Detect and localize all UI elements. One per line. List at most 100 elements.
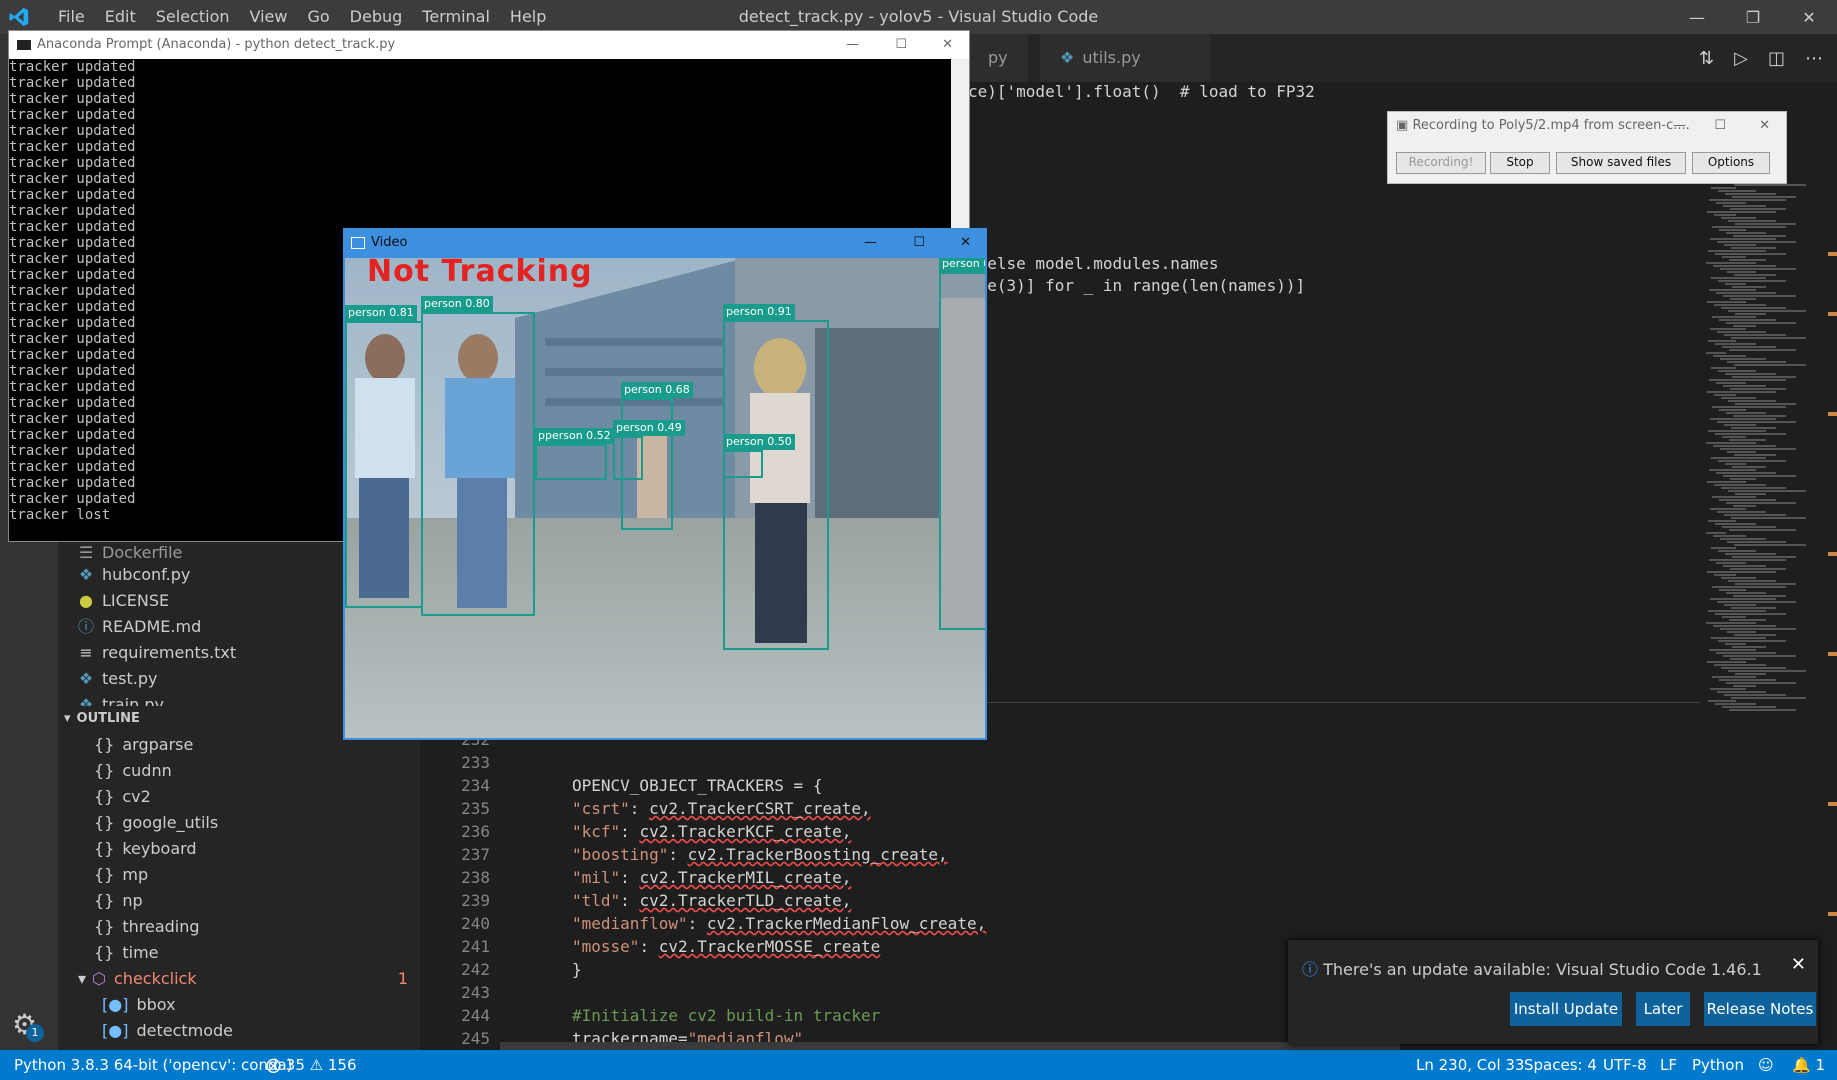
outline-item[interactable]: {} google_utils	[94, 810, 218, 836]
code-expr: cv2.TrackerMOSSE_create	[658, 937, 881, 956]
maximize-icon[interactable]: ☐	[1714, 118, 1726, 133]
detection-label: person 0.50	[723, 434, 795, 450]
outline-item[interactable]: {} argparse	[94, 732, 193, 758]
detection-label: person 0.49	[613, 420, 685, 436]
minimap-line	[1714, 394, 1736, 396]
menu-view[interactable]: View	[240, 0, 298, 34]
console-line: tracker updated	[9, 107, 136, 123]
outline-item[interactable]: {} time	[94, 940, 159, 966]
feedback-icon[interactable]: ☺	[1758, 1050, 1774, 1080]
encoding[interactable]: UTF-8	[1603, 1050, 1647, 1080]
outline-item[interactable]: {} np	[94, 888, 143, 914]
outline-item[interactable]: {} cv2	[94, 784, 151, 810]
problems-indicator[interactable]: ⨂ 35 ⚠ 156	[266, 1050, 357, 1080]
code-expr: cv2.TrackerCSRT_create,	[649, 799, 871, 818]
menu-go[interactable]: Go	[297, 0, 339, 34]
menu-help[interactable]: Help	[500, 0, 556, 34]
minimap[interactable]	[1700, 82, 1818, 1042]
end-of-line[interactable]: LF	[1660, 1050, 1677, 1080]
maximize-icon[interactable]: ☐	[895, 31, 907, 59]
outline-item[interactable]: {} threading	[94, 914, 200, 940]
recording-button[interactable]: Recording!	[1396, 152, 1486, 174]
close-icon[interactable]: ✕	[1759, 118, 1770, 133]
bell-icon[interactable]: 🔔 1	[1792, 1050, 1825, 1080]
cursor-position[interactable]: Ln 230, Col 33	[1416, 1050, 1524, 1080]
file-item[interactable]: ❖ test.py	[76, 666, 158, 692]
warning-icon: ⚠	[309, 1056, 324, 1074]
close-icon[interactable]: ✕	[1781, 0, 1837, 34]
minimap-line	[1734, 634, 1776, 636]
split-editor-icon[interactable]: ◫	[1768, 48, 1785, 69]
maximize-icon[interactable]: ☐	[913, 228, 925, 258]
file-item[interactable]: ❖ hubconf.py	[76, 562, 191, 588]
install-update-button[interactable]: Install Update	[1510, 992, 1622, 1026]
menu-selection[interactable]: Selection	[146, 0, 240, 34]
minimap-line	[1714, 304, 1766, 306]
code-comment: #Initialize cv2 build-in tracker	[572, 1006, 881, 1025]
close-icon[interactable]: ✕	[960, 228, 971, 258]
options-button[interactable]: Options	[1692, 152, 1770, 174]
file-item[interactable]: ● LICENSE	[76, 588, 169, 614]
minimap-line	[1719, 409, 1746, 411]
outline-item[interactable]: {} keyboard	[94, 836, 197, 862]
run-icon[interactable]: ▷	[1734, 48, 1748, 69]
restore-icon[interactable]: ❐	[1725, 0, 1781, 34]
outline-item-checkclick[interactable]: ▾ ⬡ checkclick 1	[78, 966, 408, 992]
minimap-line	[1726, 412, 1766, 414]
minimap-line	[1718, 280, 1786, 282]
minimap-line	[1716, 472, 1776, 474]
later-button[interactable]: Later	[1636, 992, 1690, 1026]
outline-item[interactable]: {} cudnn	[94, 758, 172, 784]
outline-item[interactable]: [●] bbox	[102, 992, 176, 1018]
file-item[interactable]: ≡ requirements.txt	[76, 640, 236, 666]
release-notes-button[interactable]: Release Notes	[1704, 992, 1816, 1026]
minimap-line	[1735, 673, 1766, 675]
close-icon[interactable]: ✕	[1791, 954, 1806, 975]
window-icon	[351, 236, 365, 249]
minimap-line	[1734, 454, 1776, 456]
compare-icon[interactable]: ⇅	[1699, 48, 1714, 69]
video-titlebar: Video — ☐ ✕	[343, 228, 987, 258]
console-line: tracker updated	[9, 443, 136, 459]
tab-utils[interactable]: ❖ utils.py	[1040, 34, 1210, 82]
minimap-line	[1715, 253, 1786, 255]
minimize-icon[interactable]: —	[846, 31, 859, 59]
minimize-icon[interactable]: —	[1669, 0, 1725, 34]
minimap-line	[1732, 196, 1796, 198]
detection-label: person 0.81	[345, 305, 417, 321]
menu-file[interactable]: File	[48, 0, 95, 34]
class-icon: ⬡	[92, 969, 106, 988]
minimap-line	[1720, 538, 1766, 540]
minimize-icon[interactable]: —	[864, 228, 877, 258]
language-mode[interactable]: Python	[1692, 1050, 1744, 1080]
menu-edit[interactable]: Edit	[95, 0, 146, 34]
code-string: "medianflow"	[572, 914, 688, 933]
minimap-line	[1716, 562, 1746, 564]
tab-partial[interactable]: py	[968, 34, 1028, 82]
console-line: tracker updated	[9, 347, 136, 363]
minimap-line	[1735, 583, 1796, 585]
more-actions-icon[interactable]: ⋯	[1805, 48, 1823, 69]
vertical-scrollbar[interactable]	[1818, 82, 1837, 1042]
tab-label: utils.py	[1082, 48, 1141, 67]
stop-button[interactable]: Stop	[1490, 152, 1550, 174]
python-interpreter[interactable]: Python 3.8.3 64-bit ('opencv': conda)	[14, 1050, 293, 1080]
file-item[interactable]: ⓘ README.md	[76, 614, 201, 640]
outline-item[interactable]: {} mp	[94, 862, 148, 888]
minimize-icon[interactable]: —	[1673, 118, 1686, 133]
line-number: 244	[461, 1006, 490, 1025]
video-frame[interactable]: Not Tracking person 0.81 person 0.80 per…	[345, 258, 985, 738]
minimap-line	[1728, 580, 1776, 582]
console-line: tracker updated	[9, 459, 136, 475]
show-saved-files-button[interactable]: Show saved files	[1556, 152, 1686, 174]
menu-debug[interactable]: Debug	[340, 0, 413, 34]
indentation[interactable]: Spaces: 4	[1524, 1050, 1597, 1080]
video-window[interactable]: Video — ☐ ✕ Not Tracking person 0.81 per…	[343, 228, 987, 740]
menu-terminal[interactable]: Terminal	[412, 0, 500, 34]
outline-item[interactable]: [●] detectmode	[102, 1018, 233, 1044]
console-line: tracker updated	[9, 219, 136, 235]
close-icon[interactable]: ✕	[942, 31, 953, 59]
console-line: tracker updated	[9, 171, 136, 187]
minimap-line	[1708, 520, 1736, 522]
recorder-window[interactable]: ▣ Recording to Poly5/2.mp4 from screen-c…	[1387, 111, 1787, 184]
